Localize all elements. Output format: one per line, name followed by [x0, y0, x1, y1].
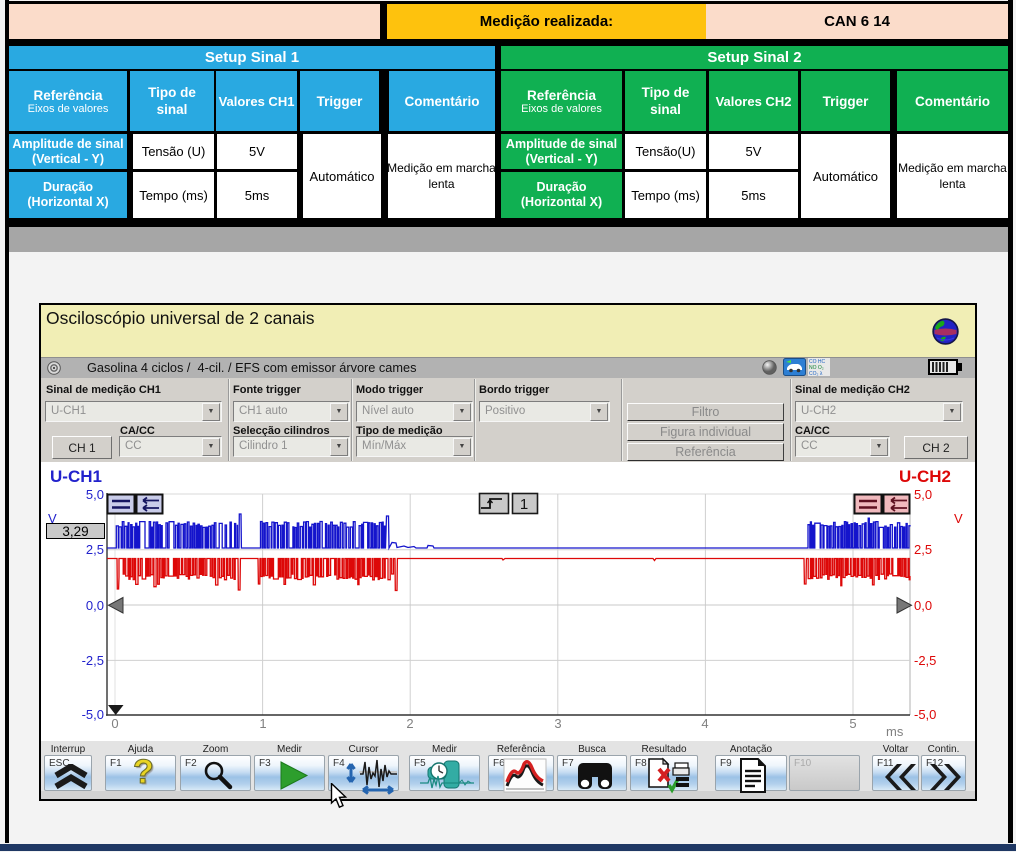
- svg-text:1: 1: [520, 496, 528, 513]
- svg-text:CO₂ λ: CO₂ λ: [809, 371, 823, 376]
